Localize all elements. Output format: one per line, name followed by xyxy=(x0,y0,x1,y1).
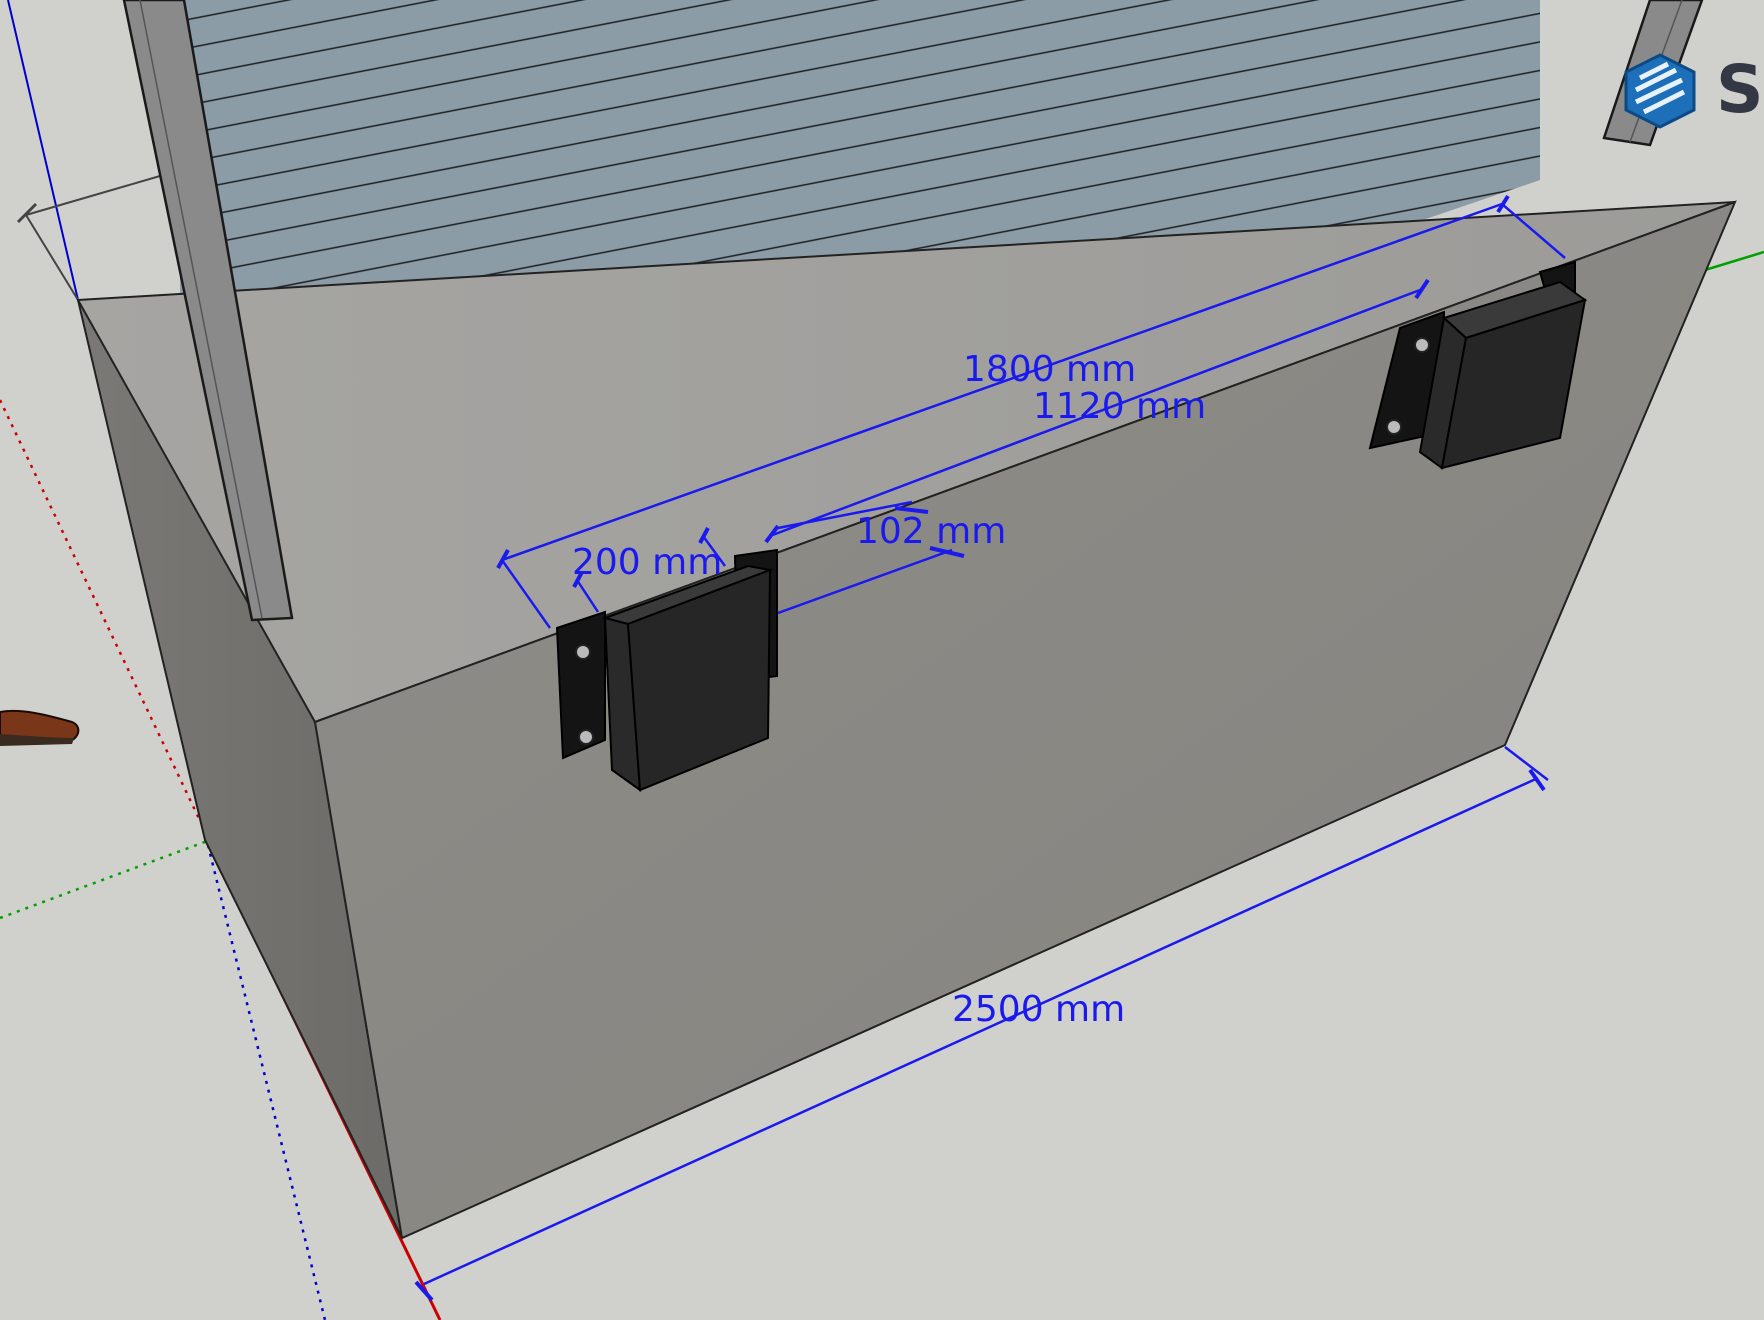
dimension-label-1800: 1800 mm xyxy=(963,349,1136,390)
dimension-label-1120: 1120 mm xyxy=(1033,386,1206,427)
dimension-label-200: 200 mm xyxy=(572,542,722,583)
sketchup-logo-icon xyxy=(1624,53,1696,129)
dimension-label-2500: 2500 mm xyxy=(952,989,1125,1030)
dimension-label-102: 102 mm xyxy=(856,511,1006,552)
sketchup-logo-text: Sk xyxy=(1716,51,1764,128)
model-scene[interactable]: 2500 mm 1800 mm 1120 mm 200 mm 102 mm Sk xyxy=(0,0,1764,1320)
sketchup-viewport[interactable]: 2500 mm 1800 mm 1120 mm 200 mm 102 mm Sk xyxy=(0,0,1764,1320)
